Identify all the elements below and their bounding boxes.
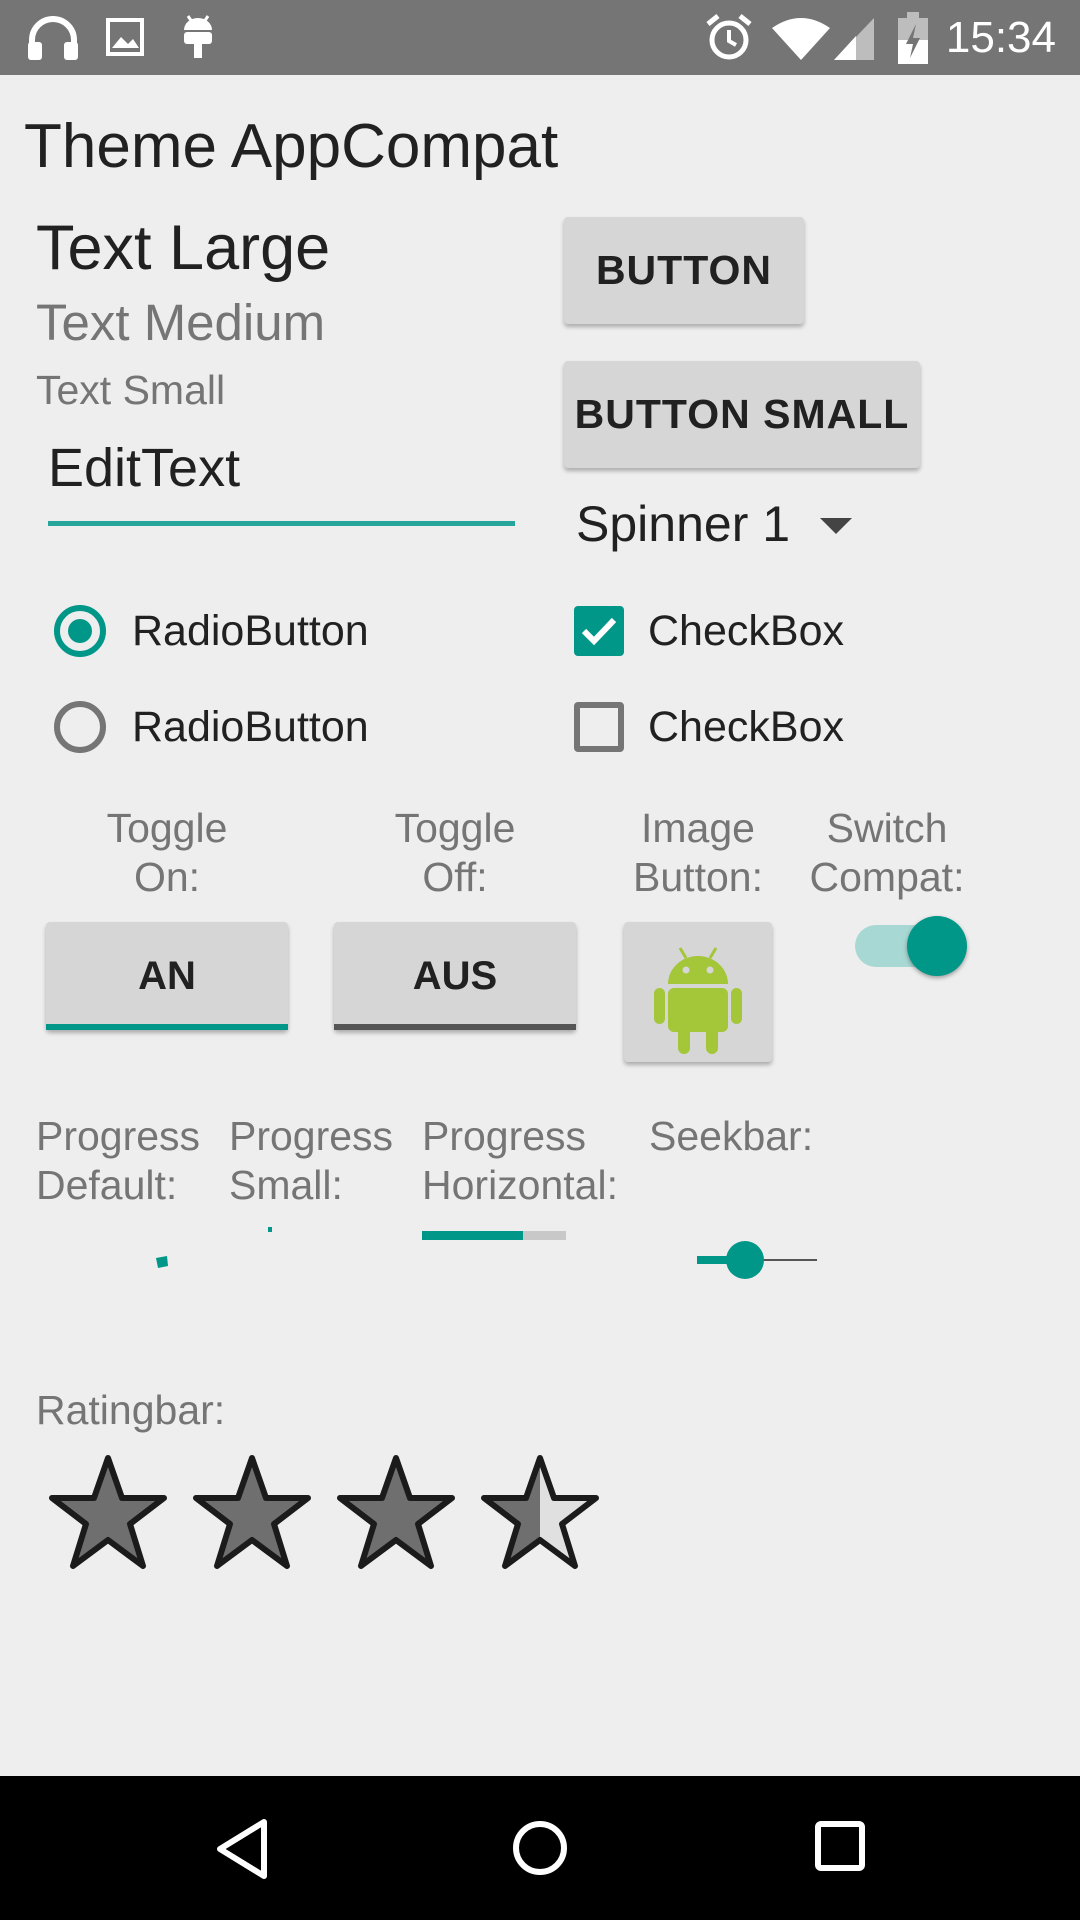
star-full-icon xyxy=(49,1455,167,1569)
switch-caption: Switch Compat: xyxy=(809,805,965,900)
radio-button-1[interactable]: RadioButton xyxy=(54,596,369,666)
navigation-bar xyxy=(0,1776,1080,1920)
edit-text-field[interactable]: EditText xyxy=(48,432,515,504)
spinner-selected-value: Spinner 1 xyxy=(576,496,791,552)
progress-default-spinner xyxy=(156,1256,168,1268)
progress-small-spinner xyxy=(268,1227,272,1232)
star-half-icon xyxy=(481,1455,599,1569)
toggle-off-caption: Toggle Off: xyxy=(394,805,516,900)
dropdown-arrow-icon xyxy=(820,518,853,534)
checkbox-unchecked-icon xyxy=(574,702,624,752)
headphones-icon xyxy=(28,16,78,60)
image-button-caption: Image Button: xyxy=(633,805,763,900)
rating-bar[interactable] xyxy=(48,1454,624,1570)
checkbox-label: CheckBox xyxy=(648,606,844,655)
button-small[interactable]: BUTTON SMALL xyxy=(564,361,920,468)
star-full-icon xyxy=(193,1455,311,1569)
seekbar-caption: Seekbar: xyxy=(649,1113,814,1159)
checkbox-label: CheckBox xyxy=(648,702,844,751)
android-robot-icon xyxy=(654,947,742,1054)
progress-small-caption: Progress Small: xyxy=(229,1113,394,1208)
status-clock: 15:34 xyxy=(945,13,1056,62)
toggle-indicator-on xyxy=(46,1024,288,1030)
toggle-on-label: AN xyxy=(138,953,196,998)
progress-default-caption: Progress Default: xyxy=(36,1113,201,1208)
signal-icon xyxy=(834,18,874,60)
page-title: Theme AppCompat xyxy=(24,112,559,181)
seekbar-thumb[interactable] xyxy=(726,1241,764,1279)
image-button[interactable] xyxy=(624,922,772,1062)
text-large: Text Large xyxy=(36,213,331,283)
spinner[interactable]: Spinner 1 xyxy=(576,494,853,554)
back-icon[interactable] xyxy=(212,1816,272,1882)
radio-label: RadioButton xyxy=(132,606,369,655)
star-full-icon xyxy=(337,1455,455,1569)
image-icon xyxy=(106,18,144,56)
home-icon[interactable] xyxy=(510,1818,570,1878)
text-medium: Text Medium xyxy=(36,294,326,351)
toggle-indicator-off xyxy=(334,1024,576,1030)
toggle-on-caption: Toggle On: xyxy=(106,805,228,900)
radio-label: RadioButton xyxy=(132,702,369,751)
toggle-on-button[interactable]: AN xyxy=(46,922,288,1030)
status-bar: 15:34 xyxy=(0,0,1080,75)
edit-text-underline xyxy=(48,521,515,526)
text-small: Text Small xyxy=(36,367,226,413)
android-debug-icon xyxy=(184,15,212,58)
progress-horizontal-caption: Progress Horizontal: xyxy=(422,1113,618,1208)
checkbox-checked-icon xyxy=(574,606,624,656)
battery-charging-icon xyxy=(898,12,928,64)
checkbox-1[interactable]: CheckBox xyxy=(574,596,844,666)
ratingbar-caption: Ratingbar: xyxy=(36,1387,226,1433)
toggle-off-label: AUS xyxy=(412,953,498,998)
checkbox-2[interactable]: CheckBox xyxy=(574,692,844,762)
toggle-off-button[interactable]: AUS xyxy=(334,922,576,1030)
progress-horizontal-fill xyxy=(422,1231,523,1240)
recents-icon[interactable] xyxy=(814,1820,866,1872)
alarm-icon xyxy=(706,14,752,60)
switch-compat-thumb[interactable] xyxy=(907,916,967,976)
button[interactable]: BUTTON xyxy=(564,217,804,324)
radio-checked-icon xyxy=(54,605,106,657)
radio-button-2[interactable]: RadioButton xyxy=(54,692,369,762)
radio-unchecked-icon xyxy=(54,701,106,753)
wifi-icon xyxy=(772,18,830,60)
